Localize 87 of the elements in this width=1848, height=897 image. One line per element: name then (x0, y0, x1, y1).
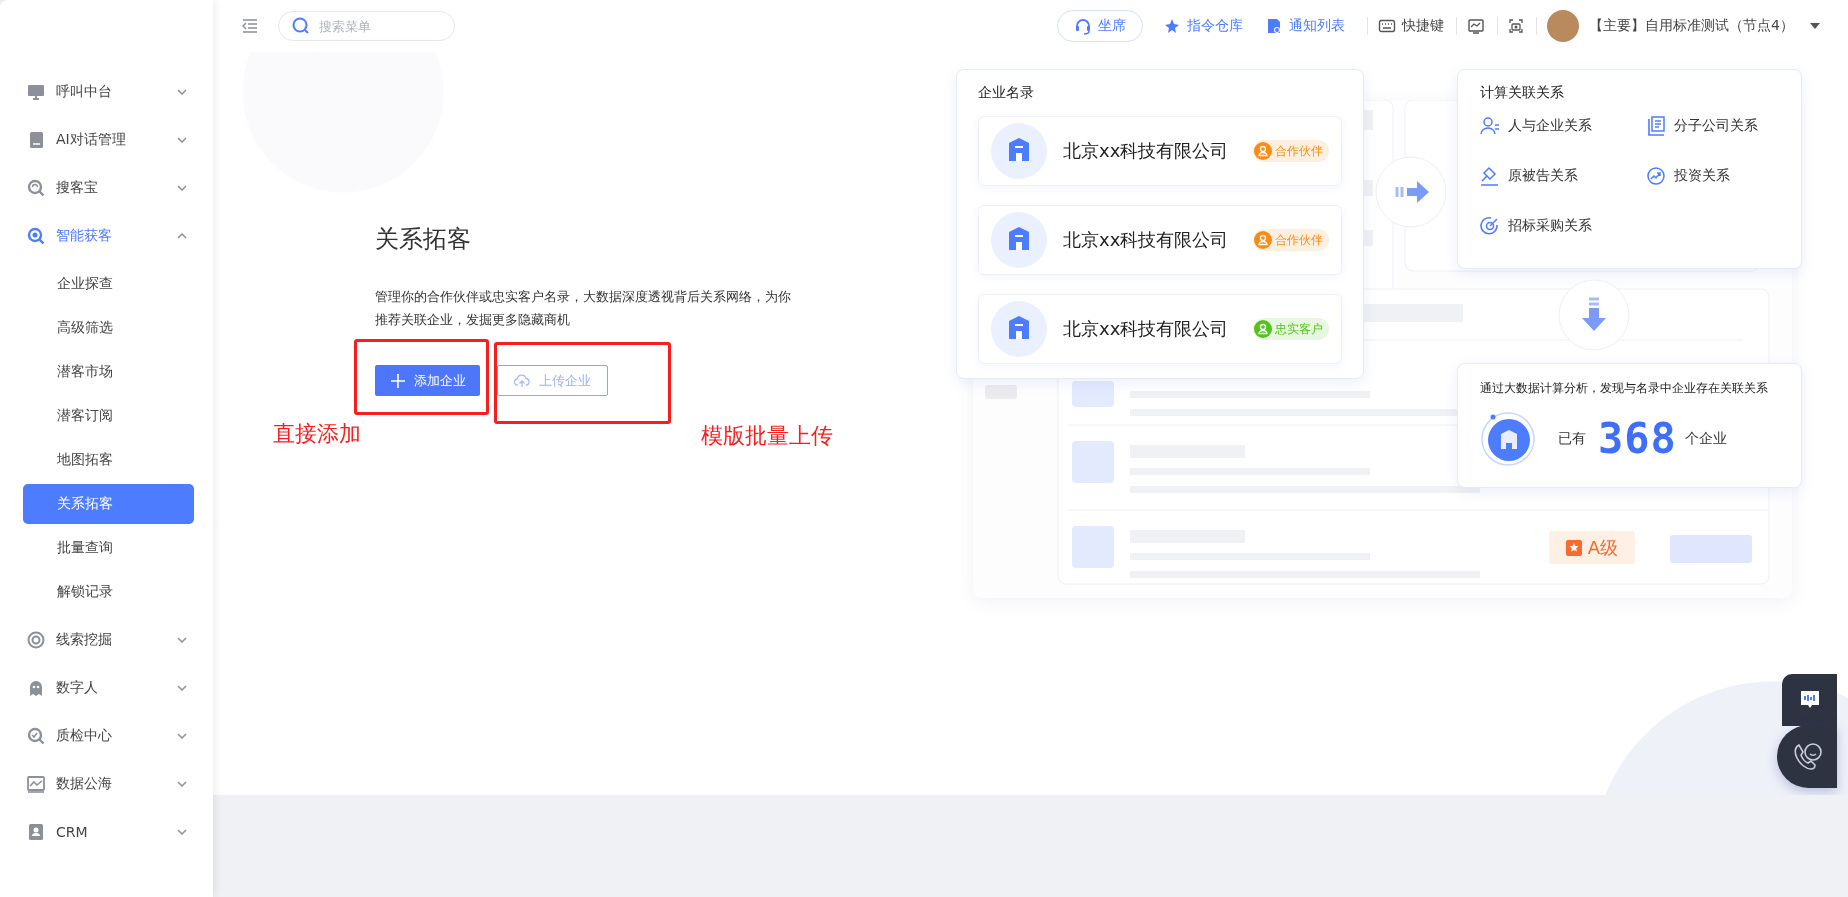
gavel-icon (1480, 166, 1500, 186)
target-icon (27, 631, 45, 649)
monitor-icon[interactable] (1467, 17, 1486, 35)
company-name: 北京xx科技有限公司 (1063, 228, 1230, 252)
person-icon (1480, 116, 1500, 136)
card-title: 企业名录 (978, 84, 1035, 102)
result-label: 已有 (1558, 430, 1586, 448)
search-field[interactable]: 搜索菜单 (278, 11, 455, 41)
phone-service-button[interactable] (1777, 725, 1837, 788)
monitor-icon (27, 83, 45, 101)
grade-tag: A级 (1549, 531, 1635, 564)
annotation-text: 模版批量上传 (701, 422, 833, 450)
cloud-upload-icon (514, 373, 530, 388)
target-icon (1480, 216, 1500, 236)
sidebar-submenu-item[interactable]: 批量查询 (23, 528, 194, 568)
headset-icon (1074, 17, 1093, 35)
card-title: 计算关联关系 (1480, 84, 1565, 102)
chevron-down-icon (177, 137, 187, 143)
dropdown-caret-icon[interactable] (1810, 23, 1820, 29)
relation-type: 人与企业关系 (1508, 117, 1592, 135)
keyboard-icon (1378, 17, 1397, 35)
sidebar-menu-item[interactable]: 呼叫中台 (0, 68, 213, 116)
search-target-icon (27, 227, 45, 245)
company-name: 北京xx科技有限公司 (1063, 317, 1230, 341)
toolbar-link[interactable]: 通知列表 (1265, 17, 1346, 35)
chevron-down-icon (177, 685, 187, 691)
sidebar-menu-item[interactable]: CRM (0, 808, 213, 856)
avatar-photo[interactable] (1547, 10, 1580, 42)
search-icon (292, 17, 310, 35)
sidebar-menu-item[interactable]: 线索挖掘 (0, 616, 213, 664)
voice-chat-button[interactable] (1782, 674, 1837, 726)
chevron-up-icon (177, 233, 187, 239)
sidebar-menu-item[interactable]: 数字人 (0, 664, 213, 712)
chevron-down-icon (177, 185, 187, 191)
relation-type: 原被告关系 (1508, 167, 1578, 185)
sidebar-submenu-item[interactable]: 潜客市场 (23, 352, 194, 392)
person-icon (1254, 142, 1272, 160)
person-icon (1254, 231, 1272, 249)
list-icon (1646, 116, 1666, 136)
building-badge-icon (1480, 411, 1536, 467)
building-icon (991, 301, 1047, 357)
toolbar-link[interactable]: 指令仓库 (1163, 17, 1244, 35)
add-company-button[interactable]: 添加企业 (375, 365, 480, 396)
company-tag: 合作伙伴 (1253, 140, 1329, 162)
chevron-down-icon (177, 781, 187, 787)
sidebar-submenu-item[interactable]: 潜客订阅 (23, 396, 194, 436)
chevron-down-icon (177, 89, 187, 95)
plus-icon (391, 373, 405, 388)
menu-collapse-icon[interactable] (242, 19, 258, 33)
company-tag: 忠实客户 (1253, 318, 1329, 340)
sidebar-menu-item[interactable]: 质检中心 (0, 712, 213, 760)
sidebar-menu-item[interactable]: AI对话管理 (0, 116, 213, 164)
page-title: 关系拓客 (375, 224, 472, 255)
relation-type: 投资关系 (1674, 167, 1730, 185)
sidebar-submenu-item[interactable]: 地图拓客 (23, 440, 194, 480)
user-name[interactable]: 【主要】自用标准测试（节点4） (1589, 17, 1794, 35)
search-refresh-icon (27, 179, 45, 197)
page-description: 管理你的合作伙伴或忠实客户名录，大数据深度透视背后关系网络，为你推荐关联企业，发掘更多隐藏商机 (375, 288, 792, 329)
sidebar-submenu-item[interactable]: 企业探查 (23, 264, 194, 304)
ghost-icon (27, 679, 45, 697)
toolbar-link[interactable]: 快捷键 (1378, 17, 1445, 35)
search-check-icon (27, 727, 45, 745)
sidebar-menu-item[interactable]: 智能获客 (0, 212, 213, 260)
result-label: 个企业 (1684, 430, 1727, 448)
chart-icon (27, 775, 45, 793)
result-description: 通过大数据计算分析，发现与名录中企业存在关联关系 (1480, 380, 1769, 397)
sidebar-menu-item[interactable]: 数据公海 (0, 760, 213, 808)
contact-card-icon (27, 823, 45, 841)
chevron-down-icon (177, 829, 187, 835)
camera-icon[interactable] (1508, 18, 1525, 34)
trend-icon (1646, 166, 1666, 186)
chevron-down-icon (177, 637, 187, 643)
relation-type: 招标采购关系 (1508, 217, 1592, 235)
sidebar-menu-item[interactable]: 搜客宝 (0, 164, 213, 212)
sidebar-submenu-item[interactable]: 关系拓客 (23, 484, 194, 524)
company-tag: 合作伙伴 (1253, 229, 1329, 251)
building-icon (991, 212, 1047, 268)
result-count: 368 (1598, 417, 1677, 461)
sidebar-submenu-item[interactable]: 高级筛选 (23, 308, 194, 348)
chevron-down-icon (177, 733, 187, 739)
building-icon (991, 123, 1047, 179)
person-icon (1254, 320, 1272, 338)
company-name: 北京xx科技有限公司 (1063, 139, 1230, 163)
relation-type: 分子公司关系 (1674, 117, 1758, 135)
sidebar-submenu-item[interactable]: 解锁记录 (23, 572, 194, 612)
book-icon (27, 131, 45, 149)
annotation-text: 直接添加 (273, 420, 361, 448)
